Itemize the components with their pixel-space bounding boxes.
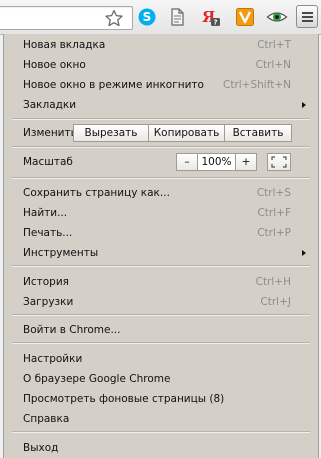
menu-item-settings[interactable]: Настройки (4, 350, 318, 368)
menu-item-signin[interactable]: Войти в Chrome... (4, 321, 318, 339)
copy-button[interactable]: Копировать (148, 124, 225, 142)
menu-separator (12, 118, 310, 120)
menu-item-background-pages[interactable]: Просмотреть фоновые страницы (8) (4, 390, 318, 408)
skype-icon[interactable]: S (137, 7, 157, 27)
address-bar[interactable] (0, 6, 133, 30)
menu-item-save-page[interactable]: Сохранить страницу как... Ctrl+S (4, 184, 318, 202)
menu-separator (12, 342, 310, 344)
menu-item-exit[interactable]: Выход (4, 439, 318, 457)
menu-separator (12, 146, 310, 148)
menu-item-find[interactable]: Найти... Ctrl+F (4, 204, 318, 222)
menu-item-tools[interactable]: Инструменты (4, 244, 318, 262)
menu-separator (12, 177, 310, 179)
hamburger-icon (302, 12, 313, 14)
zoom-level-value: 100% (197, 153, 236, 171)
eye-icon[interactable] (266, 7, 288, 27)
edit-label: Изменить (23, 127, 77, 139)
menu-item-new-tab[interactable]: Новая вкладка Ctrl+T (4, 36, 318, 54)
fullscreen-icon (271, 156, 287, 168)
menu-item-history[interactable]: История Ctrl+H (4, 273, 318, 291)
svg-text:?: ? (213, 19, 217, 27)
yandex-icon[interactable]: Я ? (200, 7, 220, 27)
svg-text:S: S (143, 10, 152, 24)
menu-item-help[interactable]: Справка (4, 410, 318, 428)
menu-item-incognito[interactable]: Новое окно в режиме инкогнито Ctrl+Shift… (4, 76, 318, 94)
paste-button[interactable]: Вставить (224, 124, 292, 142)
document-icon[interactable] (167, 7, 187, 27)
menu-item-new-window[interactable]: Новое окно Ctrl+N (4, 56, 318, 74)
menu-separator (12, 431, 310, 433)
menu-item-print[interactable]: Печать... Ctrl+P (4, 224, 318, 242)
chrome-menu: Новая вкладка Ctrl+T Новое окно Ctrl+N Н… (3, 34, 319, 458)
chrome-menu-button[interactable] (296, 5, 318, 28)
menu-separator (12, 265, 310, 267)
fullscreen-button[interactable] (267, 153, 291, 171)
menu-item-bookmarks[interactable]: Закладки (4, 96, 318, 114)
v-extension-icon[interactable] (235, 7, 255, 27)
zoom-out-button[interactable]: – (176, 153, 198, 171)
submenu-arrow-icon (302, 102, 306, 108)
submenu-arrow-icon (302, 250, 306, 256)
zoom-in-button[interactable]: + (235, 153, 257, 171)
bookmark-star-icon[interactable] (104, 9, 124, 27)
menu-item-downloads[interactable]: Загрузки Ctrl+J (4, 293, 318, 311)
browser-toolbar: S Я ? (0, 0, 321, 35)
zoom-label: Масштаб (23, 156, 73, 168)
cut-button[interactable]: Вырезать (73, 124, 149, 142)
menu-item-about[interactable]: О браузере Google Chrome (4, 370, 318, 388)
menu-separator (12, 314, 310, 316)
